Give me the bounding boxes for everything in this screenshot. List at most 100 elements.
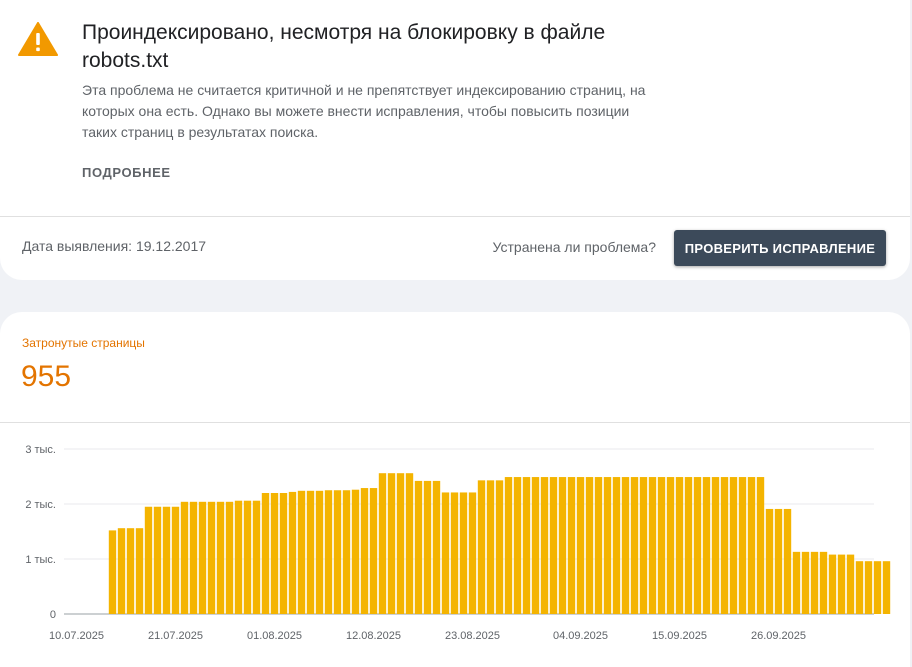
chart-bar[interactable]	[855, 561, 864, 614]
chart-bar[interactable]	[810, 551, 819, 614]
chart-bar[interactable]	[279, 493, 288, 614]
warning-icon	[18, 22, 58, 56]
chart-bar[interactable]	[666, 477, 675, 614]
chart-bar[interactable]	[288, 491, 297, 614]
chart-bar[interactable]	[630, 477, 639, 614]
chart-bar[interactable]	[351, 489, 360, 614]
chart-bar[interactable]	[756, 477, 765, 614]
chart-bar[interactable]	[837, 554, 846, 614]
chart-bar[interactable]	[801, 551, 810, 614]
chart-bar[interactable]	[423, 480, 432, 614]
chart-bar[interactable]	[459, 492, 468, 614]
chart-bar[interactable]	[549, 477, 558, 614]
chart-bar[interactable]	[576, 477, 585, 614]
x-tick-label: 12.08.2025	[346, 630, 401, 642]
chart-bar[interactable]	[828, 554, 837, 614]
chart-bar[interactable]	[783, 508, 792, 614]
chart-bar[interactable]	[612, 477, 621, 614]
chart-bar[interactable]	[486, 480, 495, 614]
chart-bar[interactable]	[225, 501, 234, 614]
chart-bar[interactable]	[171, 506, 180, 614]
chart-bar[interactable]	[243, 500, 252, 614]
chart-bar[interactable]	[126, 528, 135, 614]
chart-bar[interactable]	[234, 500, 243, 614]
chart-bar[interactable]	[207, 501, 216, 614]
chart-bar[interactable]	[873, 561, 882, 614]
chart-bar[interactable]	[306, 490, 315, 614]
validate-fix-button[interactable]: ПРОВЕРИТЬ ИСПРАВЛЕНИЕ	[674, 230, 886, 266]
chart-bar[interactable]	[639, 477, 648, 614]
chart-bar[interactable]	[387, 473, 396, 614]
chart-bar[interactable]	[846, 554, 855, 614]
chart-bar[interactable]	[567, 477, 576, 614]
chart-bar[interactable]	[468, 492, 477, 614]
chart-bar[interactable]	[594, 477, 603, 614]
chart-bar[interactable]	[315, 490, 324, 614]
chart-bar[interactable]	[216, 501, 225, 614]
chart-bar[interactable]	[117, 528, 126, 614]
chart-bar[interactable]	[432, 480, 441, 614]
chart-bar[interactable]	[324, 490, 333, 614]
chart-bar[interactable]	[135, 528, 144, 614]
chart-bar[interactable]	[477, 480, 486, 614]
chart-bar[interactable]	[342, 490, 351, 614]
chart-bar[interactable]	[378, 473, 387, 614]
x-tick-label: 21.07.2025	[148, 630, 203, 642]
y-tick-label: 3 тыс.	[25, 444, 56, 456]
chart-bar[interactable]	[747, 477, 756, 614]
chart-bar[interactable]	[153, 506, 162, 614]
chart-bar[interactable]	[765, 508, 774, 614]
x-tick-label: 15.09.2025	[652, 630, 707, 642]
chart-bar[interactable]	[333, 490, 342, 614]
x-tick-label: 23.08.2025	[445, 630, 500, 642]
chart-bar[interactable]	[522, 477, 531, 614]
chart-bar[interactable]	[774, 508, 783, 614]
chart-bar[interactable]	[792, 551, 801, 614]
chart-bar[interactable]	[405, 473, 414, 614]
chart-bar[interactable]	[450, 492, 459, 614]
chart-bar[interactable]	[108, 530, 117, 614]
chart-bar[interactable]	[864, 561, 873, 614]
chart-bar[interactable]	[603, 477, 612, 614]
chart-bar[interactable]	[882, 561, 891, 614]
issue-description: Эта проблема не считается критичной и не…	[82, 82, 646, 140]
chart-bar[interactable]	[819, 551, 828, 614]
chart-bar[interactable]	[657, 477, 666, 614]
chart-bar[interactable]	[675, 477, 684, 614]
chart-bar[interactable]	[360, 488, 369, 614]
chart-bar[interactable]	[720, 477, 729, 614]
chart-bar[interactable]	[648, 477, 657, 614]
chart-bar[interactable]	[693, 477, 702, 614]
chart-bar[interactable]	[441, 492, 450, 614]
chart-bar[interactable]	[189, 501, 198, 614]
chart-bar[interactable]	[144, 506, 153, 614]
chart-bar[interactable]	[558, 477, 567, 614]
chart-bar[interactable]	[198, 501, 207, 614]
chart-bar[interactable]	[729, 477, 738, 614]
chart-bar[interactable]	[540, 477, 549, 614]
chart-bar[interactable]	[369, 488, 378, 614]
chart-bar[interactable]	[621, 477, 630, 614]
chart-bar[interactable]	[531, 477, 540, 614]
learn-more-link[interactable]: ПОДРОБНЕЕ	[82, 165, 171, 180]
chart-bar[interactable]	[711, 477, 720, 614]
chart-bar[interactable]	[585, 477, 594, 614]
chart-bar[interactable]	[504, 477, 513, 614]
chart-bar[interactable]	[396, 473, 405, 614]
chart-bar[interactable]	[297, 490, 306, 614]
chart-bar[interactable]	[261, 493, 270, 614]
chart-bar[interactable]	[162, 506, 171, 614]
chart-bar[interactable]	[702, 477, 711, 614]
chart-bar[interactable]	[252, 500, 261, 614]
y-tick-label: 0	[50, 609, 56, 621]
x-tick-label: 04.09.2025	[553, 630, 608, 642]
affected-pages-card: Затронутые страницы 955 01 тыс. 2 тыс. 3 т…	[0, 312, 910, 667]
chart-bar[interactable]	[495, 480, 504, 614]
chart-bar[interactable]	[513, 477, 522, 614]
x-tick-label: 10.07.2025	[49, 630, 104, 642]
chart-bar[interactable]	[414, 480, 423, 614]
chart-bar[interactable]	[180, 501, 189, 614]
chart-bar[interactable]	[270, 493, 279, 614]
chart-bar[interactable]	[738, 477, 747, 614]
chart-bar[interactable]	[684, 477, 693, 614]
